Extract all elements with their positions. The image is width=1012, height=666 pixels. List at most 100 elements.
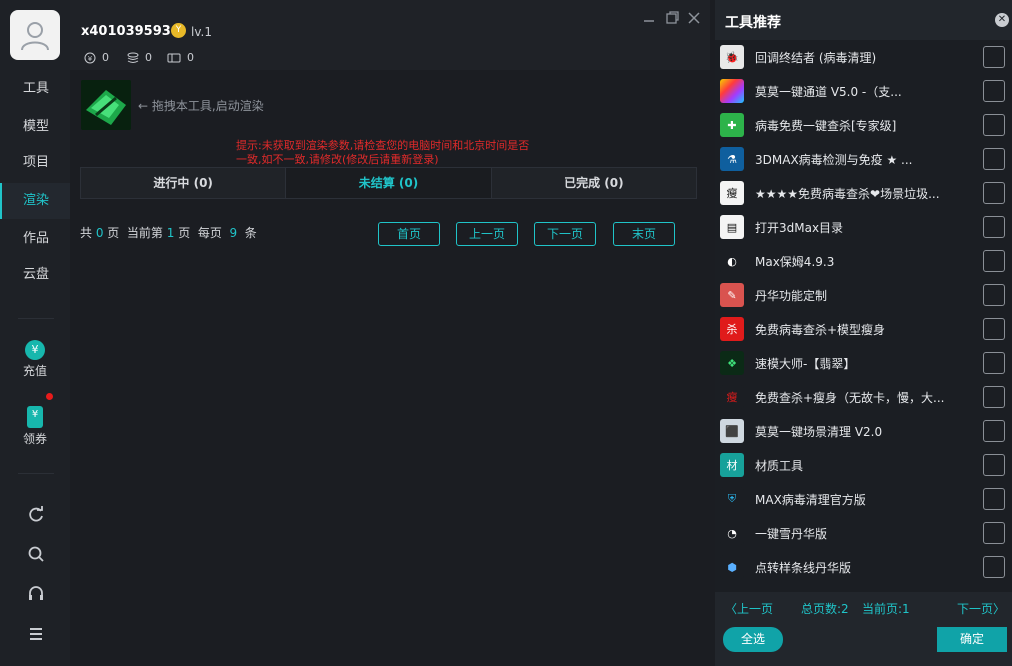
nav-item-projects[interactable]: 项目 [0, 145, 70, 181]
recharge-button[interactable]: ¥ 充值 [0, 340, 70, 379]
calligraphy-icon: 瘦 [720, 181, 744, 205]
user-level: lv.1 [191, 25, 212, 39]
tool-checkbox[interactable] [983, 522, 1005, 544]
restore-icon[interactable] [665, 11, 679, 25]
tool-list-item[interactable]: 材材质工具 [715, 448, 1012, 482]
tool-list-item[interactable]: ✎ 丹华功能定制 [715, 278, 1012, 312]
tool-name: 莫莫一键场景清理 V2.0 [755, 425, 883, 439]
panel-current-page: 当前页:1 [862, 602, 910, 616]
next-page-button[interactable]: 下一页 [534, 222, 596, 246]
tool-list-item[interactable]: ⚗ 3DMAX病毒检测与免疫 ★ ... [715, 142, 1012, 176]
tool-list-item[interactable]: ◐ Max保姆4.9.3 [715, 244, 1012, 278]
tool-name: 莫莫一键通道 V5.0 -（支... [755, 85, 902, 99]
headset-icon[interactable] [27, 585, 45, 603]
nav-item-render[interactable]: 渲染 [0, 183, 70, 219]
first-page-button[interactable]: 首页 [378, 222, 440, 246]
tool-list[interactable]: 🐞 回调终结者 (病毒清理) 莫莫一键通道 V5.0 -（支... ✚ 病毒免费一键查杀… [715, 40, 1012, 592]
tab-completed[interactable]: 已完成 (0) [492, 168, 696, 198]
tool-checkbox[interactable] [983, 318, 1005, 340]
panel-prev-page[interactable]: 〈上一页 [725, 600, 773, 617]
tool-checkbox[interactable] [983, 352, 1005, 374]
avatar[interactable] [10, 10, 60, 60]
search-icon[interactable] [27, 545, 45, 563]
tool-thumbnail[interactable] [81, 80, 131, 130]
nav-item-works[interactable]: 作品 [0, 221, 70, 257]
refresh-icon[interactable] [27, 506, 45, 524]
render-tabs: 进行中 (0) 未结算 (0) 已完成 (0) [80, 167, 697, 199]
tool-checkbox[interactable] [983, 386, 1005, 408]
recharge-label: 充值 [22, 364, 47, 378]
snow-bird-icon: ◔ [720, 521, 744, 545]
tab-in-progress[interactable]: 进行中 (0) [81, 168, 287, 198]
nav-item-models[interactable]: 模型 [0, 109, 70, 145]
notification-dot [46, 393, 53, 400]
tool-checkbox[interactable] [983, 148, 1005, 170]
tool-list-item[interactable]: ▤ 打开3dMax目录 [715, 210, 1012, 244]
tool-list-item[interactable]: ❖ 速模大师-【翡翠】 [715, 346, 1012, 380]
virus-scan-icon: ✚ [720, 113, 744, 137]
nav-divider [18, 318, 54, 319]
cleaner-robot-icon: ⬛ [720, 419, 744, 443]
kill-icon: 杀 [720, 317, 744, 341]
tool-checkbox[interactable] [983, 420, 1005, 442]
pager-text: 页 每页 [174, 226, 230, 240]
toolbox-icon: ✎ [720, 283, 744, 307]
tool-list-item[interactable]: 莫莫一键通道 V5.0 -（支... [715, 74, 1012, 108]
tool-list-item[interactable]: ⬢ 点转样条线丹华版 [715, 550, 1012, 584]
tool-checkbox[interactable] [983, 488, 1005, 510]
select-all-button[interactable]: 全选 [723, 627, 783, 652]
per-page: 9 [229, 226, 238, 240]
points-balance: 0 [127, 51, 152, 64]
tool-list-item[interactable]: 🐞 回调终结者 (病毒清理) [715, 40, 1012, 74]
tool-recommend-panel: 工具推荐 ✕ 🐞 回调终结者 (病毒清理) 莫莫一键通道 V5.0 -（支... ✚ 病… [715, 0, 1012, 666]
ticket-icon [167, 53, 181, 62]
tool-name: Max保姆4.9.3 [755, 255, 835, 269]
coin-balance: ¥ 0 [84, 51, 109, 64]
tool-checkbox[interactable] [983, 556, 1005, 578]
arrow-left-icon: ← [138, 99, 149, 113]
prev-page-button[interactable]: 上一页 [456, 222, 518, 246]
tool-list-item[interactable]: ◔ 一键雪丹华版 [715, 516, 1012, 550]
nav-item-cloud[interactable]: 云盘 [0, 257, 70, 293]
coupon-button[interactable]: ¥ 领券 [0, 406, 70, 447]
panel-total-pages: 总页数:2 [801, 602, 849, 616]
menu-icon[interactable] [27, 625, 45, 643]
stack-icon [127, 52, 139, 63]
bug-icon: 🐞 [720, 45, 744, 69]
panel-next-page[interactable]: 下一页〉 [957, 600, 1005, 617]
panel-close-icon[interactable]: ✕ [995, 13, 1009, 27]
tool-name: MAX病毒清理官方版 [755, 493, 866, 507]
tool-checkbox[interactable] [983, 216, 1005, 238]
close-icon[interactable] [687, 11, 701, 25]
tool-checkbox[interactable] [983, 46, 1005, 68]
tab-unsettled[interactable]: 未结算 (0) [286, 168, 492, 198]
svg-text:¥: ¥ [88, 55, 93, 63]
confirm-button[interactable]: 确定 [937, 627, 1007, 652]
last-page-button[interactable]: 末页 [613, 222, 675, 246]
tool-list-item[interactable]: ✚ 病毒免费一键查杀[专家级] [715, 108, 1012, 142]
render-tool-icon [81, 80, 131, 130]
left-nav: 工具 模型 项目 渲染 作品 云盘 ¥ 充值 ¥ 领券 [0, 0, 70, 666]
tool-checkbox[interactable] [983, 80, 1005, 102]
user-header: x401039593 Y lv.1 ¥ 0 0 0 [70, 0, 710, 70]
tool-checkbox[interactable] [983, 182, 1005, 204]
drag-hint-text: 拖拽本工具,启动渲染 [151, 99, 264, 113]
tool-list-item[interactable]: ⬛ 莫莫一键场景清理 V2.0 [715, 414, 1012, 448]
coin-icon: ¥ [25, 340, 45, 360]
tool-list-item[interactable]: 瘦免费查杀+瘦身（无故卡，慢，大... [715, 380, 1012, 414]
tool-name: 免费病毒查杀+模型瘦身 [755, 323, 886, 337]
tool-name: 丹华功能定制 [755, 289, 828, 303]
tool-checkbox[interactable] [983, 284, 1005, 306]
cube-icon: ⬢ [720, 555, 744, 579]
panel-pager: 〈上一页 总页数:2 当前页:1 下一页〉 [715, 600, 1012, 618]
tool-checkbox[interactable] [983, 114, 1005, 136]
tool-checkbox[interactable] [983, 454, 1005, 476]
tool-list-item[interactable]: 杀免费病毒查杀+模型瘦身 [715, 312, 1012, 346]
tool-name: 点转样条线丹华版 [755, 561, 852, 575]
vip-badge-icon: Y [171, 23, 186, 38]
tool-list-item[interactable]: ⛨ MAX病毒清理官方版 [715, 482, 1012, 516]
nav-item-tools[interactable]: 工具 [0, 71, 70, 107]
minimize-icon[interactable] [642, 11, 656, 25]
tool-checkbox[interactable] [983, 250, 1005, 272]
tool-list-item[interactable]: 瘦 ★★★★免费病毒查杀❤场景垃圾... [715, 176, 1012, 210]
